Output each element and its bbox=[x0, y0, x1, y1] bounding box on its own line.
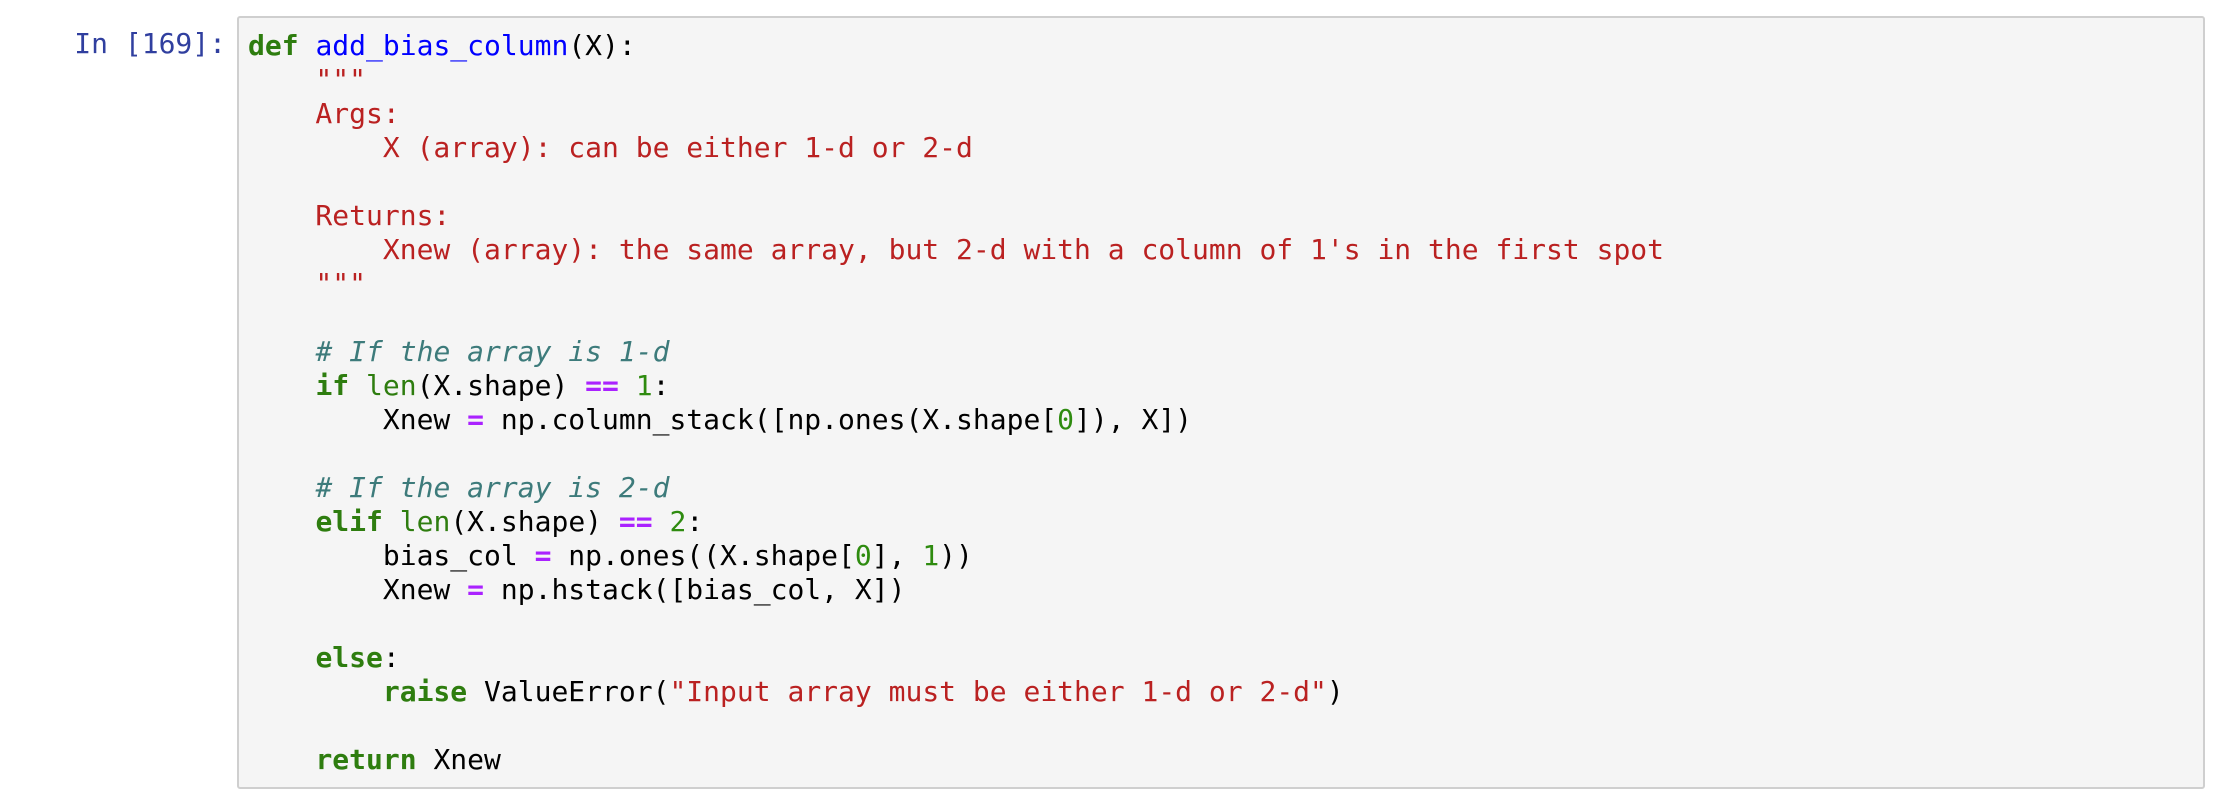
code-line: Xnew = np.column_stack([np.ones(X.shape[… bbox=[248, 403, 1664, 437]
code-token: return bbox=[315, 743, 417, 776]
code-area[interactable]: def add_bias_column(X): """ Args: X (arr… bbox=[248, 29, 1664, 777]
code-token: ]), X]) bbox=[1074, 403, 1193, 436]
code-token: # If the array is 1-d bbox=[315, 335, 670, 368]
code-token: Xnew bbox=[248, 573, 468, 606]
code-line: # If the array is 1-d bbox=[248, 335, 1664, 369]
code-token: (X.shape) bbox=[416, 369, 586, 402]
code-token: 0 bbox=[1057, 403, 1075, 436]
code-token: else bbox=[315, 641, 383, 674]
code-token: np.hstack([bias_col, X]) bbox=[484, 573, 906, 606]
code-token: Xnew bbox=[416, 743, 501, 776]
code-token: : bbox=[686, 505, 704, 538]
code-token: Returns: bbox=[248, 199, 451, 232]
code-token: bias_col bbox=[248, 539, 535, 572]
code-token: add_bias_column bbox=[315, 29, 569, 62]
code-token: == bbox=[618, 505, 653, 538]
code-line: bias_col = np.ones((X.shape[0], 1)) bbox=[248, 539, 1664, 573]
input-prompt: In [169]: bbox=[74, 27, 226, 60]
code-token: = bbox=[534, 539, 552, 572]
code-token: 0 bbox=[854, 539, 872, 572]
code-token: : bbox=[652, 369, 670, 402]
code-token: len bbox=[366, 369, 417, 402]
code-token: 1 bbox=[635, 369, 653, 402]
code-line: Xnew = np.hstack([bias_col, X]) bbox=[248, 573, 1664, 607]
code-line: Args: bbox=[248, 97, 1664, 131]
code-token: np.ones((X.shape[ bbox=[551, 539, 855, 572]
code-token: """ bbox=[248, 267, 367, 300]
code-token: (X.shape) bbox=[450, 505, 619, 538]
code-line: def add_bias_column(X): bbox=[248, 29, 1664, 63]
code-line: Returns: bbox=[248, 199, 1664, 233]
code-token: )) bbox=[939, 539, 973, 572]
code-token: "Input array must be either 1-d or 2-d" bbox=[669, 675, 1327, 708]
code-line: raise ValueError("Input array must be ei… bbox=[248, 675, 1664, 709]
code-token: 1 bbox=[922, 539, 940, 572]
code-token: ], bbox=[871, 539, 923, 572]
code-token: np.column_stack([np.ones(X.shape[ bbox=[484, 403, 1058, 436]
code-token: (X): bbox=[568, 29, 636, 62]
code-token: Args: bbox=[248, 97, 400, 130]
code-line: """ bbox=[248, 267, 1664, 301]
code-line: Xnew (array): the same array, but 2-d wi… bbox=[248, 233, 1664, 267]
code-editor[interactable]: def add_bias_column(X): """ Args: X (arr… bbox=[237, 16, 2205, 789]
code-token: ) bbox=[1326, 675, 1344, 708]
code-line: # If the array is 2-d bbox=[248, 471, 1664, 505]
code-token: elif bbox=[315, 505, 383, 538]
code-token: """ bbox=[248, 63, 367, 96]
code-token: raise bbox=[382, 675, 468, 708]
code-token: def bbox=[248, 29, 299, 62]
code-line: """ bbox=[248, 63, 1664, 97]
code-token: == bbox=[585, 369, 619, 402]
code-token: = bbox=[467, 573, 485, 606]
code-token: if bbox=[315, 369, 350, 402]
code-line: if len(X.shape) == 1: bbox=[248, 369, 1664, 403]
code-line: elif len(X.shape) == 2: bbox=[248, 505, 1664, 539]
code-token: = bbox=[467, 403, 485, 436]
code-token: Xnew bbox=[248, 403, 468, 436]
code-token: len bbox=[399, 505, 451, 538]
code-token: # If the array is 2-d bbox=[315, 471, 670, 504]
code-token: ValueError( bbox=[467, 675, 670, 708]
code-line: else: bbox=[248, 641, 1664, 675]
notebook-code-cell: In [169]: def add_bias_column(X): """ Ar… bbox=[0, 0, 2232, 804]
code-line: return Xnew bbox=[248, 743, 1664, 777]
code-line: X (array): can be either 1-d or 2-d bbox=[248, 131, 1664, 165]
code-token: 2 bbox=[669, 505, 687, 538]
code-token: X (array): can be either 1-d or 2-d bbox=[248, 131, 973, 164]
code-token: : bbox=[382, 641, 400, 674]
code-token: Xnew (array): the same array, but 2-d wi… bbox=[248, 233, 1665, 266]
